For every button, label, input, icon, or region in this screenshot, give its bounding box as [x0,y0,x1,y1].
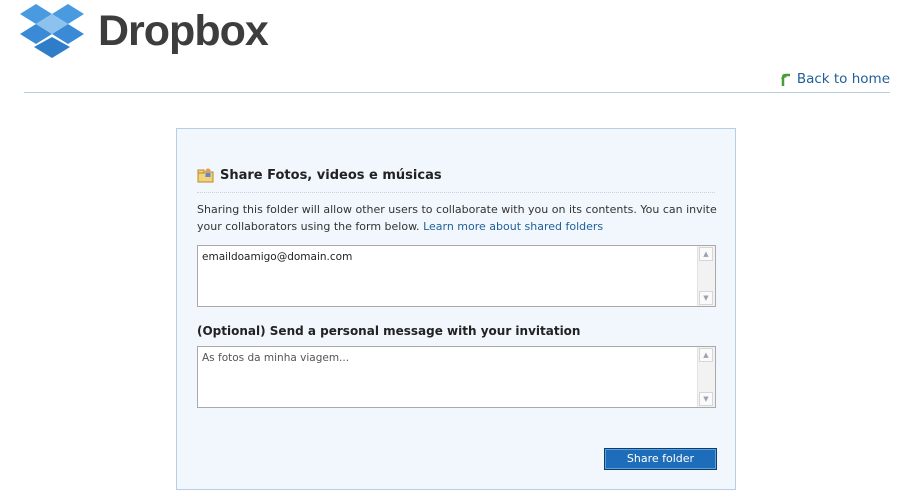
back-arrow-icon [780,73,790,86]
emails-input[interactable]: emaildoamigo@domain.com [198,246,698,306]
scroll-up-icon[interactable]: ▲ [699,247,713,261]
back-to-home-link[interactable]: Back to home [779,71,890,87]
brand-name: Dropbox [98,6,269,55]
emails-box: emaildoamigo@domain.com ▲ ▼ [197,245,716,307]
title-divider [197,192,715,193]
shared-folder-icon [197,168,214,183]
panel-title: Share Fotos, videos e músicas [220,167,442,183]
share-description: Sharing this folder will allow other use… [197,201,717,235]
scroll-up-icon[interactable]: ▲ [699,348,713,362]
message-input[interactable]: As fotos da minha viagem... [198,347,698,407]
message-label: (Optional) Send a personal message with … [197,324,581,338]
panel-heading: Share Fotos, videos e músicas [197,167,442,183]
scroll-down-icon[interactable]: ▼ [699,392,713,406]
message-scrollbar[interactable]: ▲ ▼ [697,347,715,407]
dropbox-box-icon [20,4,84,58]
dropbox-logo[interactable]: Dropbox [18,1,269,63]
share-folder-panel: Share Fotos, videos e músicas Sharing th… [176,128,736,490]
share-folder-button[interactable]: Share folder [604,448,717,470]
emails-scrollbar[interactable]: ▲ ▼ [697,246,715,306]
message-box: As fotos da minha viagem... ▲ ▼ [197,346,716,408]
header-divider [24,92,890,93]
back-to-home-label: Back to home [796,71,890,87]
scroll-down-icon[interactable]: ▼ [699,291,713,305]
learn-more-link[interactable]: Learn more about shared folders [423,220,603,233]
